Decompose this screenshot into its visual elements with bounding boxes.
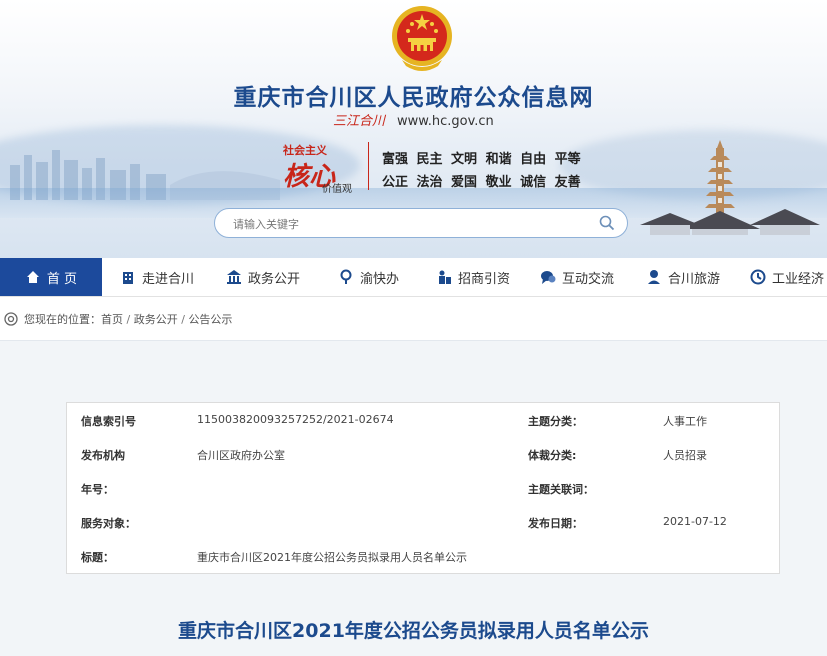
- site-banner: 重庆市合川区人民政府公众信息网 三江合川 www.hc.gov.cn 社会主义 核…: [0, 0, 827, 258]
- service-icon: [340, 269, 352, 284]
- temple-roofs-illustration: [640, 209, 820, 235]
- nav-item-label: 互动交流: [562, 271, 615, 287]
- site-subtitle: 三江合川 www.hc.gov.cn: [333, 110, 494, 129]
- nav-item-label: 渝快办: [360, 271, 400, 287]
- industry-icon: [750, 269, 766, 285]
- national-emblem-icon: [392, 6, 452, 71]
- breadcrumb-text: 您现在的位置：首页 / 政务公开 / 公告公示: [24, 311, 232, 327]
- index-label: 信息索引号: [81, 415, 136, 428]
- nav-item-tourism[interactable]: 合川旅游: [646, 258, 720, 296]
- date-value: 2021-07-12: [663, 515, 727, 528]
- nav-item-label: 工业经济: [772, 271, 825, 287]
- government-icon: [227, 270, 241, 284]
- date-label: 发布日期：: [528, 517, 583, 530]
- breadcrumb-prefix: 您现在的位置：: [24, 313, 101, 326]
- chat-icon: [541, 271, 556, 284]
- breadcrumb-link-home[interactable]: 首页: [101, 313, 123, 326]
- nav-item-about[interactable]: 走进合川: [120, 258, 194, 296]
- nav-item-yukuaiban[interactable]: 渝快办: [338, 258, 399, 296]
- year-label: 年号：: [81, 483, 114, 496]
- search-icon[interactable]: [599, 215, 615, 231]
- site-title: 重庆市合川区人民政府公众信息网: [233, 85, 594, 111]
- subject-label: 标题：: [81, 551, 114, 564]
- investment-icon: [439, 270, 451, 284]
- target-label: 服务对象：: [81, 517, 136, 530]
- breadcrumb-link-notices[interactable]: 公告公示: [188, 313, 232, 326]
- core-values-line-2: 公正 法治 爱国 敬业 诚信 友善: [382, 175, 581, 190]
- nav-item-gov-affairs[interactable]: 政务公开: [226, 258, 300, 296]
- travel-icon: [648, 270, 660, 284]
- keyword-label: 主题关联词：: [528, 483, 594, 496]
- breadcrumb-separator: /: [126, 313, 131, 326]
- nav-item-label: 首 页: [46, 271, 78, 287]
- nav-item-label: 政务公开: [248, 271, 301, 287]
- theme-label: 主题分类：: [528, 415, 583, 428]
- theme-value: 人事工作: [663, 415, 707, 428]
- nav-item-interaction[interactable]: 互动交流: [540, 258, 614, 296]
- org-label: 发布机构: [81, 449, 125, 462]
- building-icon: [123, 272, 133, 284]
- nav-item-label: 走进合川: [142, 271, 195, 287]
- info-metadata-table: 信息索引号 115003820093257252/2021-02674 主题分类…: [66, 402, 780, 574]
- location-icon: [4, 312, 18, 326]
- nav-item-home[interactable]: 首 页: [0, 258, 102, 296]
- nav-item-industry[interactable]: 工业经济: [750, 258, 824, 296]
- site-calligraphy: 三江合川: [333, 114, 386, 129]
- search-input[interactable]: [231, 214, 595, 234]
- core-values-suffix: 价值观: [322, 184, 352, 195]
- index-value: 115003820093257252/2021-02674: [197, 413, 394, 426]
- nav-item-label: 招商引资: [458, 271, 511, 287]
- main-nav: 首 页 走进合川 政务公开 渝快办 招商引资 互动交流 合川旅游 工业经济: [0, 258, 827, 297]
- core-values-divider: [368, 142, 369, 190]
- search-bar[interactable]: [214, 208, 628, 238]
- breadcrumb-separator: /: [181, 313, 185, 326]
- genre-label: 体裁分类:: [528, 449, 577, 462]
- breadcrumb-link-gov-affairs[interactable]: 政务公开: [134, 313, 178, 326]
- breadcrumb: 您现在的位置：首页 / 政务公开 / 公告公示: [0, 297, 827, 339]
- nav-item-label: 合川旅游: [668, 271, 721, 287]
- article-title: 重庆市合川区2021年度公招公务员拟录用人员名单公示: [178, 620, 649, 642]
- genre-value: 人员招录: [663, 449, 707, 462]
- nav-item-investment[interactable]: 招商引资: [436, 258, 510, 296]
- site-url: www.hc.gov.cn: [397, 114, 494, 129]
- core-values-line-1: 富强 民主 文明 和谐 自由 平等: [382, 152, 581, 167]
- org-value: 合川区政府办公室: [197, 449, 285, 462]
- subject-value: 重庆市合川区2021年度公招公务员拟录用人员名单公示: [197, 551, 467, 564]
- home-icon: [26, 271, 39, 283]
